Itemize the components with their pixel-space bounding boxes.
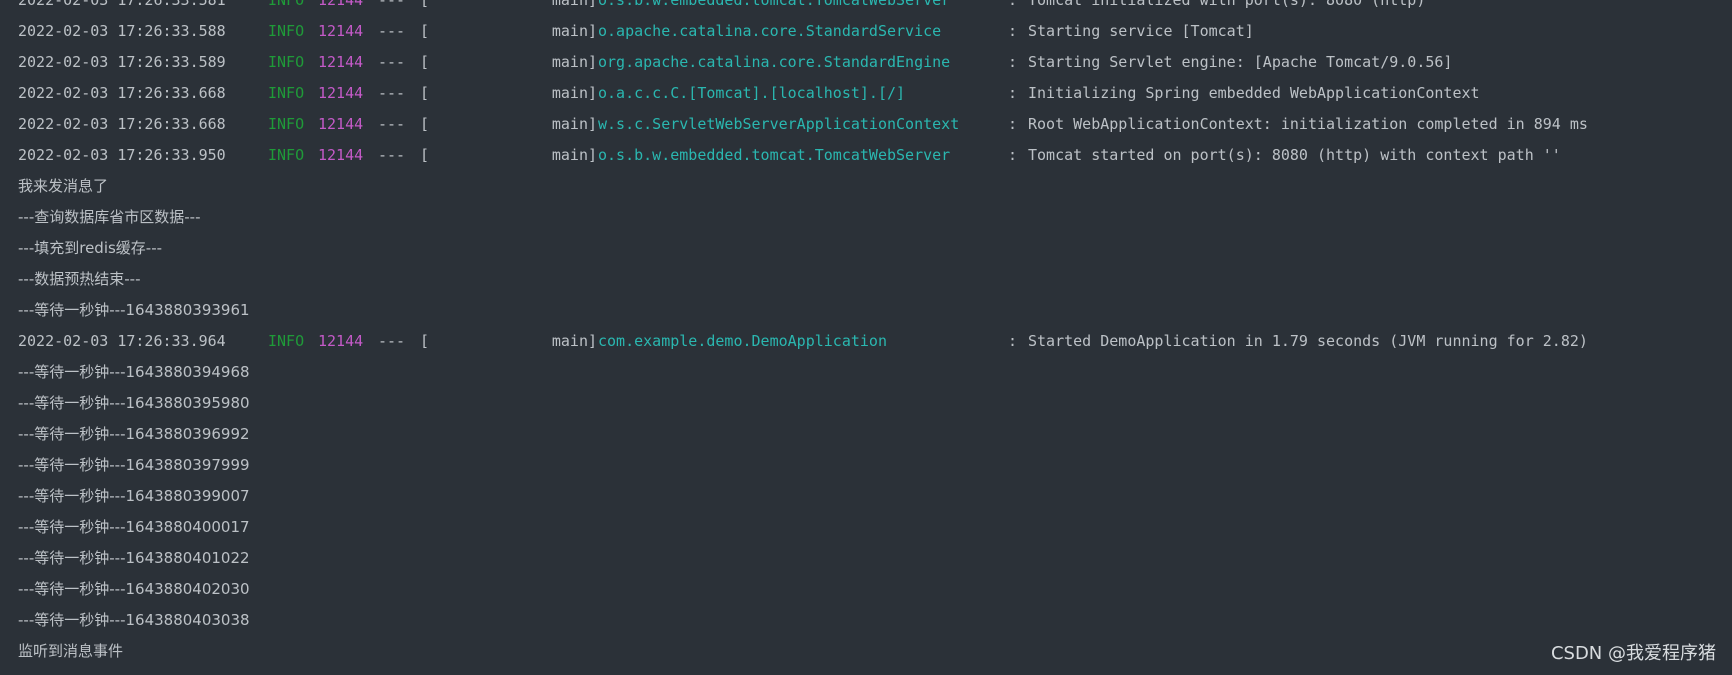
log-timestamp: 2022-02-03 17:26:33.964 — [18, 332, 226, 350]
log-colon: : — [1008, 332, 1018, 350]
log-message: Tomcat started on port(s): 8080 (http) w… — [1028, 146, 1561, 164]
log-separator: --- — [378, 332, 406, 350]
console-text: 监听到消息事件 — [18, 642, 124, 660]
log-separator: --- — [378, 146, 406, 164]
log-thread: main — [551, 53, 588, 71]
log-level: INFO — [268, 0, 305, 9]
thread-bracket-close: ] — [588, 146, 598, 164]
thread-bracket-open: [ — [420, 53, 430, 71]
log-separator: --- — [378, 22, 406, 40]
log-timestamp: 2022-02-03 17:26:33.589 — [18, 53, 226, 71]
thread-bracket-close: ] — [588, 0, 598, 9]
log-message: Root WebApplicationContext: initializati… — [1028, 115, 1588, 133]
console-text: ---等待一秒钟---1643880397999 — [18, 456, 250, 474]
thread-bracket-open: [ — [420, 115, 430, 133]
log-logger: org.apache.catalina.core.StandardEngine — [598, 53, 951, 71]
log-pid: 12144 — [318, 0, 364, 9]
thread-bracket-close: ] — [588, 53, 598, 71]
thread-bracket-close: ] — [588, 332, 598, 350]
console-text: ---等待一秒钟---1643880395980 — [18, 394, 250, 412]
log-timestamp: 2022-02-03 17:26:33.950 — [18, 146, 226, 164]
log-timestamp: 2022-02-03 17:26:33.581 — [18, 0, 226, 9]
log-level: INFO — [268, 53, 305, 71]
thread-bracket-close: ] — [588, 84, 598, 102]
console-text: ---等待一秒钟---1643880401022 — [18, 549, 250, 567]
log-logger: o.apache.catalina.core.StandardService — [598, 22, 942, 40]
log-logger: com.example.demo.DemoApplication — [598, 332, 887, 350]
log-logger: o.s.b.w.embedded.tomcat.TomcatWebServer — [598, 146, 951, 164]
csdn-watermark: CSDN @我爱程序猪 — [1550, 643, 1716, 664]
console-text: ---等待一秒钟---1643880393961 — [18, 301, 250, 319]
log-logger: w.s.c.ServletWebServerApplicationContext — [598, 115, 960, 133]
log-separator: --- — [378, 115, 406, 133]
console-text: ---等待一秒钟---1643880403038 — [18, 611, 250, 629]
log-level: INFO — [268, 84, 305, 102]
console-text: ---查询数据库省市区数据--- — [18, 208, 201, 226]
log-message: Starting Servlet engine: [Apache Tomcat/… — [1028, 53, 1453, 71]
log-message: Starting service [Tomcat] — [1028, 22, 1254, 40]
log-level: INFO — [268, 146, 305, 164]
log-thread: main — [551, 146, 588, 164]
log-separator: --- — [378, 84, 406, 102]
log-colon: : — [1008, 84, 1018, 102]
log-thread: main — [551, 115, 588, 133]
log-pid: 12144 — [318, 146, 364, 164]
thread-bracket-open: [ — [420, 22, 430, 40]
log-pid: 12144 — [318, 115, 364, 133]
console-text: ---数据预热结束--- — [18, 270, 141, 288]
log-level: INFO — [268, 22, 305, 40]
log-thread: main — [551, 0, 588, 9]
log-message: Tomcat initialized with port(s): 8080 (h… — [1028, 0, 1426, 9]
thread-bracket-open: [ — [420, 84, 430, 102]
log-timestamp: 2022-02-03 17:26:33.668 — [18, 84, 226, 102]
log-timestamp: 2022-02-03 17:26:33.668 — [18, 115, 226, 133]
thread-bracket-open: [ — [420, 146, 430, 164]
log-thread: main — [551, 332, 588, 350]
log-pid: 12144 — [318, 53, 364, 71]
thread-bracket-close: ] — [588, 22, 598, 40]
console-text: ---等待一秒钟---1643880400017 — [18, 518, 250, 536]
console-text: ---等待一秒钟---1643880399007 — [18, 487, 250, 505]
log-logger: o.a.c.c.C.[Tomcat].[localhost].[/] — [598, 84, 906, 102]
log-message: Started DemoApplication in 1.79 seconds … — [1028, 332, 1588, 350]
log-pid: 12144 — [318, 84, 364, 102]
console-text: 我来发消息了 — [18, 177, 109, 195]
log-logger: o.s.b.w.embedded.tomcat.TomcatWebServer — [598, 0, 951, 9]
log-separator: --- — [378, 0, 406, 9]
console-text: ---等待一秒钟---1643880396992 — [18, 425, 250, 443]
log-message: Initializing Spring embedded WebApplicat… — [1028, 84, 1480, 102]
log-thread: main — [551, 84, 588, 102]
thread-bracket-open: [ — [420, 0, 430, 9]
console-text: ---等待一秒钟---1643880402030 — [18, 580, 250, 598]
console-output[interactable]: 2022-02-03 17:26:33.581 INFO 12144 --- [ main… — [0, 0, 1732, 675]
console-text: ---等待一秒钟---1643880394968 — [18, 363, 250, 381]
log-colon: : — [1008, 53, 1018, 71]
thread-bracket-open: [ — [420, 332, 430, 350]
log-thread: main — [551, 22, 588, 40]
thread-bracket-close: ] — [588, 115, 598, 133]
log-level: INFO — [268, 332, 305, 350]
log-separator: --- — [378, 53, 406, 71]
log-timestamp: 2022-02-03 17:26:33.588 — [18, 22, 226, 40]
log-colon: : — [1008, 0, 1018, 9]
log-colon: : — [1008, 146, 1018, 164]
log-level: INFO — [268, 115, 305, 133]
log-colon: : — [1008, 115, 1018, 133]
log-pid: 12144 — [318, 332, 364, 350]
log-colon: : — [1008, 22, 1018, 40]
log-pid: 12144 — [318, 22, 364, 40]
console-text: ---填充到redis缓存--- — [18, 239, 163, 257]
